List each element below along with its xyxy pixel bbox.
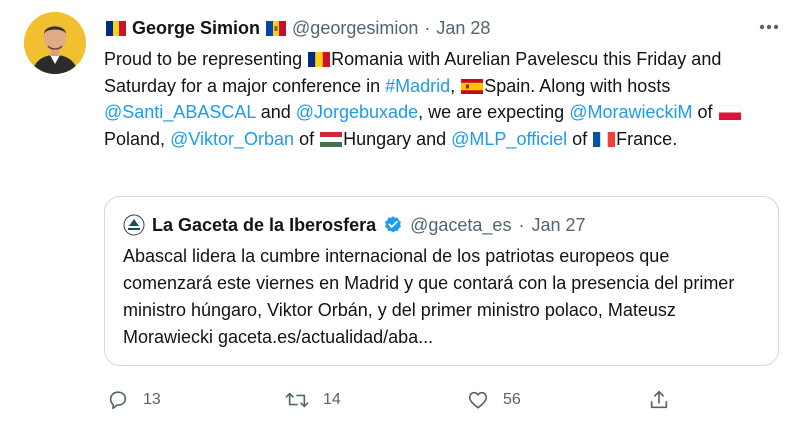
mention-link[interactable]: @Santi_ABASCAL: [104, 102, 256, 122]
mention-link[interactable]: @MorawieckiM: [569, 102, 692, 122]
romania-flag-icon: [106, 20, 126, 36]
romania-flag-icon: [308, 52, 331, 67]
spain-flag-icon: [461, 78, 484, 94]
reply-icon: [109, 391, 127, 410]
author-handle[interactable]: @georgesimion: [292, 18, 418, 39]
france-flag-icon: [593, 131, 616, 147]
more-icon: [759, 24, 779, 30]
action-bar: 13 14 56: [0, 382, 800, 418]
hashtag-link[interactable]: #Madrid: [385, 76, 450, 96]
avatar[interactable]: [24, 12, 86, 74]
tweet-text-segment: Hungary and: [343, 128, 452, 149]
reply-button[interactable]: 13: [107, 382, 161, 418]
like-icon: [468, 391, 488, 409]
verified-badge-icon: [385, 216, 402, 233]
hungary-flag-icon: [320, 131, 343, 147]
share-icon: [650, 390, 668, 409]
quoted-tweet[interactable]: La Gaceta de la Iberosfera @gaceta_es · …: [104, 196, 779, 366]
retweet-button[interactable]: 14: [285, 382, 341, 418]
poland-flag-icon: [718, 105, 741, 120]
avatar-image: [24, 12, 86, 74]
tweet-date[interactable]: Jan 28: [436, 18, 490, 39]
tweet-text-segment: France.: [616, 128, 678, 149]
gaceta-logo-icon: [123, 214, 145, 236]
tweet-header: George Simion @georgesimion · Jan 28: [106, 16, 490, 40]
mention-link[interactable]: @Viktor_Orban: [170, 129, 294, 149]
retweet-icon: [285, 392, 309, 408]
tweet-text-segment: ,: [450, 75, 461, 96]
author-name[interactable]: George Simion: [132, 18, 260, 39]
share-button[interactable]: [648, 382, 670, 418]
tweet-text-segment: , we are expecting: [418, 102, 570, 122]
tweet-text-segment: of: [567, 128, 593, 149]
more-options-button[interactable]: [756, 16, 782, 38]
tweet-text-segment: and: [255, 102, 296, 122]
quoted-tweet-header: La Gaceta de la Iberosfera @gaceta_es · …: [123, 213, 586, 237]
quoted-tweet-date[interactable]: Jan 27: [531, 215, 585, 236]
retweet-count: 14: [323, 391, 341, 408]
tweet-text-segment: of: [294, 128, 320, 149]
tweet-text-segment: Spain. Along with hosts: [484, 75, 671, 96]
quoted-author-name[interactable]: La Gaceta de la Iberosfera: [152, 215, 376, 236]
tweet-text: Proud to be representing Romania with Au…: [104, 46, 784, 152]
reply-count: 13: [143, 391, 161, 408]
tweet[interactable]: George Simion @georgesimion · Jan 28 Pro…: [0, 0, 800, 427]
tweet-text-segment: Poland,: [104, 128, 171, 149]
tweet-text-segment: of: [692, 102, 718, 122]
separator-dot: ·: [424, 17, 431, 38]
moldova-flag-icon: [266, 20, 287, 36]
quoted-tweet-text: Abascal lidera la cumbre internacional d…: [123, 246, 735, 347]
separator-dot: ·: [518, 214, 525, 235]
like-count: 56: [503, 391, 521, 408]
mention-link[interactable]: @Jorgebuxade: [296, 102, 418, 122]
tweet-text-segment: Proud to be representing: [104, 49, 308, 69]
mention-link[interactable]: @MLP_officiel: [451, 129, 567, 149]
like-button[interactable]: 56: [467, 382, 521, 418]
quoted-author-handle[interactable]: @gaceta_es: [410, 215, 511, 236]
